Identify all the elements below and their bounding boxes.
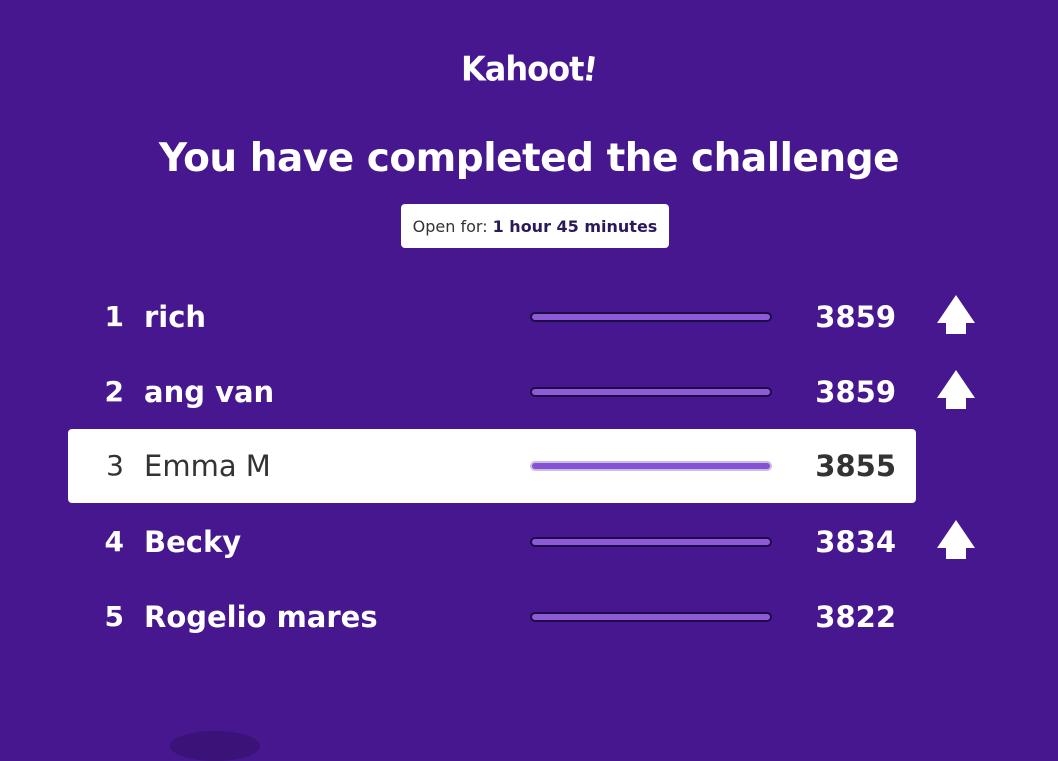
open-for-badge: Open for: 1 hour 45 minutes xyxy=(401,204,669,248)
row-score: 3834 xyxy=(815,525,896,559)
row-progress-fill xyxy=(532,314,770,320)
row-rank: 5 xyxy=(104,600,124,633)
open-for-value: 1 hour 45 minutes xyxy=(492,216,658,236)
leaderboard-row: 4 Becky 3834 xyxy=(68,505,916,579)
row-rank: 3 xyxy=(106,449,124,482)
row-progress-bar xyxy=(530,537,772,547)
leaderboard-row: 2 ang van 3859 xyxy=(68,355,916,429)
row-progress-bar xyxy=(530,612,772,622)
kahoot-logo: Kahoot! xyxy=(0,48,1058,90)
row-player-name: Becky xyxy=(144,525,242,559)
row-progress-fill xyxy=(532,539,770,545)
logo-mark: ! xyxy=(580,48,600,90)
row-rank: 4 xyxy=(104,525,124,558)
row-progress-bar xyxy=(530,387,772,397)
row-progress-fill xyxy=(532,389,770,395)
leaderboard-row: 5 Rogelio mares 3822 xyxy=(68,580,916,654)
arrow-up-icon xyxy=(937,370,975,409)
row-progress-fill xyxy=(532,614,770,620)
arrow-up-icon xyxy=(937,295,975,334)
page-title: You have completed the challenge xyxy=(158,136,900,181)
row-rank: 1 xyxy=(104,300,124,333)
arrow-up-icon xyxy=(937,520,975,559)
row-score: 3822 xyxy=(815,600,896,634)
row-player-name: ang van xyxy=(144,375,275,409)
row-score: 3859 xyxy=(815,300,896,334)
row-progress-fill xyxy=(532,463,770,469)
row-progress-bar xyxy=(530,461,772,471)
row-score: 3855 xyxy=(815,449,896,483)
open-for-label: Open for: xyxy=(412,216,488,236)
logo-text: Kahoot xyxy=(460,49,584,89)
leaderboard-row-current-player: 3 Emma M 3855 xyxy=(68,429,916,503)
row-player-name: rich xyxy=(144,300,207,334)
leaderboard-row: 1 rich 3859 xyxy=(68,280,916,354)
row-player-name: Rogelio mares xyxy=(144,600,378,634)
row-player-name: Emma M xyxy=(144,449,271,483)
row-score: 3859 xyxy=(815,375,896,409)
bottom-decoration xyxy=(170,731,260,761)
row-rank: 2 xyxy=(104,375,124,408)
row-progress-bar xyxy=(530,312,772,322)
